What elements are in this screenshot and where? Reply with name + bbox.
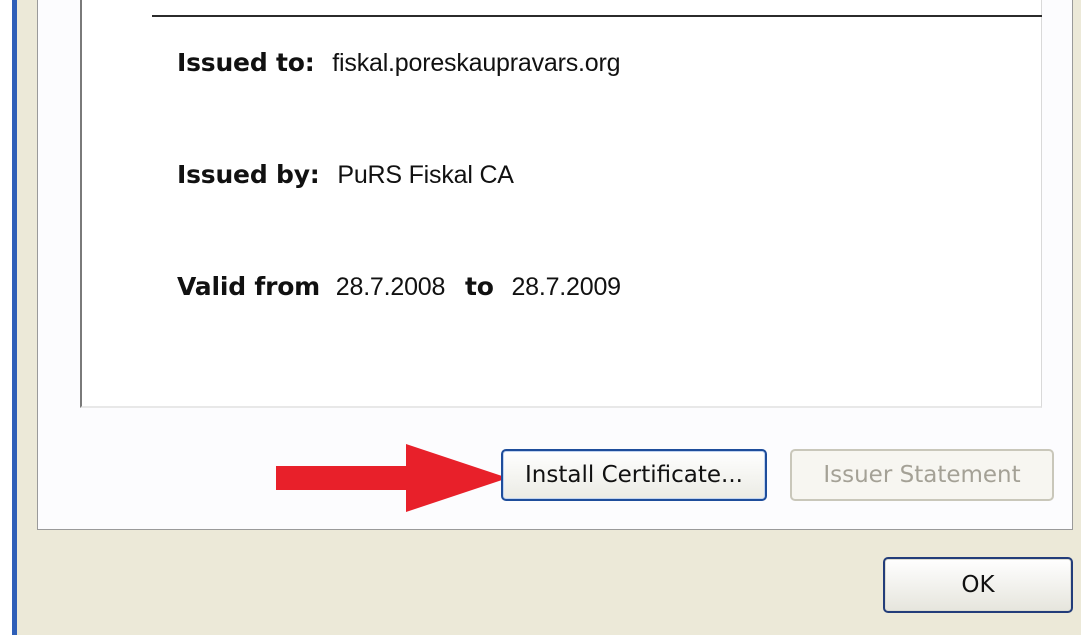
install-certificate-button[interactable]: Install Certificate...: [501, 449, 767, 501]
issued-by-row: Issued by: PuRS Fiskal CA: [177, 160, 514, 190]
valid-from-value: 28.7.2008: [335, 273, 446, 301]
certificate-dialog: Issued to: fiskal.poreskaupravars.org Is…: [17, 0, 1081, 635]
issuer-statement-button[interactable]: Issuer Statement: [790, 449, 1054, 501]
issued-to-label: Issued to:: [177, 48, 315, 77]
issued-by-label: Issued by:: [177, 160, 320, 189]
red-arrow-right-icon: [276, 444, 508, 512]
validity-row: Valid from 28.7.2008 to 28.7.2009: [177, 272, 621, 302]
ok-button[interactable]: OK: [883, 557, 1073, 613]
certificate-info-panel: Issued to: fiskal.poreskaupravars.org Is…: [80, 0, 1042, 408]
general-tab-page: Issued to: fiskal.poreskaupravars.org Is…: [37, 0, 1073, 530]
issued-to-value: fiskal.poreskaupravars.org: [332, 49, 621, 77]
valid-from-label: Valid from: [177, 272, 321, 301]
valid-to-label: to: [464, 272, 494, 301]
separator-line: [152, 15, 1042, 17]
issued-by-value: PuRS Fiskal CA: [337, 161, 514, 189]
valid-to-value: 28.7.2009: [511, 273, 621, 301]
issued-to-row: Issued to: fiskal.poreskaupravars.org: [177, 48, 620, 78]
